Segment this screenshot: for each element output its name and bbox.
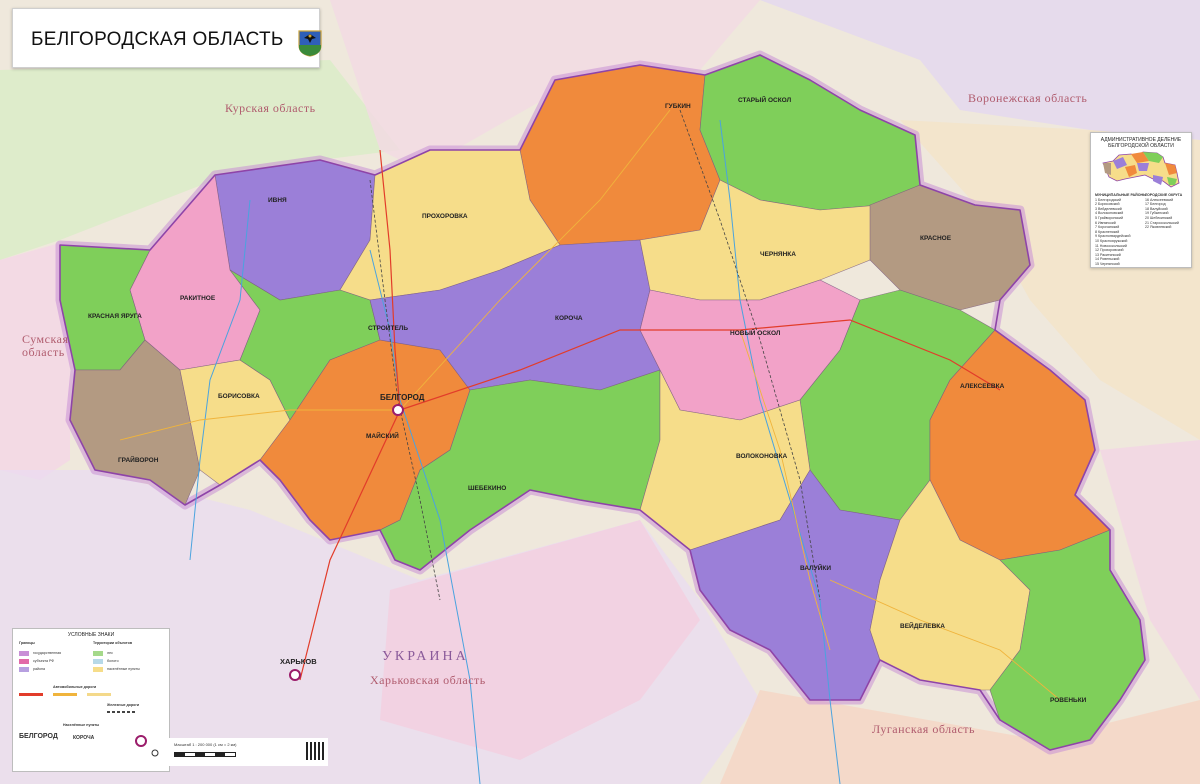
legend-territory-head: Территории объектов	[93, 641, 133, 645]
legend-item: болото	[107, 659, 119, 663]
inset-districts-col1: МУНИЦИПАЛЬНЫЕ РАЙОНЫ 1 Белгородский 2 Бо…	[1095, 193, 1147, 267]
scale-bar	[174, 752, 236, 757]
belgorod-marker	[392, 404, 404, 416]
city-maiskiy: МАЙСКИЙ	[366, 431, 399, 440]
label-voronezh-oblast: Воронежская область	[968, 91, 1087, 105]
oblast-coat-of-arms-icon	[298, 30, 322, 57]
legend-rail-head: Железные дороги	[107, 703, 140, 707]
city-gubkin: ГУБКИН	[665, 103, 691, 110]
city-krasnoe: КРАСНОЕ	[920, 235, 952, 242]
city-krasnaya-yaruga: КРАСНАЯ ЯРУГА	[88, 313, 142, 320]
city-alekseevka: АЛЕКСЕЕВКА	[960, 383, 1005, 390]
city-veydelevka: ВЕЙДЕЛЕВКА	[900, 621, 945, 630]
legend-swatch-rail	[107, 711, 137, 713]
legend-swatch-regional-road	[53, 693, 77, 696]
label-sumy-oblast: Сумская область	[22, 332, 68, 359]
label-ukraine: УКРАИНА	[382, 649, 469, 664]
inset-col2-head: ГОРОДСКИЕ ОКРУГА	[1145, 193, 1183, 197]
scale-label: Масштаб 1 : 200 000 (1 см = 2 км)	[174, 742, 237, 747]
map-title: БЕЛГОРОДСКАЯ ОБЛАСТЬ	[31, 29, 284, 50]
legend-swatch-district	[19, 667, 29, 672]
title-panel: БЕЛГОРОДСКАЯ ОБЛАСТЬ	[12, 8, 322, 68]
city-novy-oskol: НОВЫЙ ОСКОЛ	[730, 328, 781, 337]
inset-mini-map	[1102, 151, 1180, 188]
city-shebekino: ШЕБЕКИНО	[468, 485, 506, 492]
city-stary-oskol: СТАРЫЙ ОСКОЛ	[738, 95, 792, 104]
city-ivnya: ИВНЯ	[268, 197, 287, 204]
inset-item: 15 Чернянский	[1095, 261, 1120, 266]
city-kharkov: ХАРЬКОВ	[280, 657, 317, 666]
city-belgorod: БЕЛГОРОД	[380, 393, 425, 402]
legend-borders-head: Границы	[19, 641, 35, 645]
qr-code-icon[interactable]	[306, 742, 324, 760]
city-rovenki: РОВЕНЬКИ	[1050, 697, 1087, 704]
inset-districts-col2: ГОРОДСКИЕ ОКРУГА 16 Алексеевский 17 Белг…	[1145, 193, 1182, 230]
label-lugansk-oblast: Луганская область	[872, 722, 975, 736]
district-gubkinsky[interactable]	[519, 64, 721, 246]
legend-swatch-settlement	[93, 667, 103, 672]
city-volokonovka: ВОЛОКОНОВКА	[736, 453, 787, 460]
legend-settlements-head: Населённые пункты	[63, 723, 100, 727]
city-borisovka: БОРИСОВКА	[218, 393, 260, 400]
legend-roads-head: Автомобильные дороги	[53, 685, 97, 689]
scale-panel: Масштаб 1 : 200 000 (1 см = 2 км)	[168, 738, 328, 766]
city-valuyki: ВАЛУЙКИ	[800, 563, 831, 572]
inset-title: АДМИНИСТРАТИВНОЕ ДЕЛЕНИЕ БЕЛГОРОДСКОЙ ОБ…	[1100, 137, 1182, 149]
legend-item: лес	[107, 651, 113, 655]
kharkov-marker	[289, 669, 301, 681]
legend-swatch-swamp	[93, 659, 103, 664]
inset-col1-head: МУНИЦИПАЛЬНЫЕ РАЙОНЫ	[1095, 193, 1147, 197]
city-chernyanka: ЧЕРНЯНКА	[760, 251, 796, 258]
legend-swatch-forest	[93, 651, 103, 656]
legend-item: субъекта РФ	[33, 659, 55, 663]
legend-item: населённые пункты	[107, 667, 140, 671]
legend-sample-korocha: КОРОЧА	[73, 735, 95, 741]
city-rakitnoe: РАКИТНОЕ	[180, 295, 216, 302]
legend-settlement-markers	[135, 735, 159, 757]
map-legend: УСЛОВНЫЕ ЗНАКИ Границы Территории объект…	[12, 628, 170, 772]
label-kharkiv-oblast: Харьковская область	[370, 673, 486, 687]
admin-division-inset: АДМИНИСТРАТИВНОЕ ДЕЛЕНИЕ БЕЛГОРОДСКОЙ ОБ…	[1090, 132, 1192, 268]
legend-swatch-border	[19, 651, 29, 656]
legend-item: района	[33, 667, 45, 671]
legend-swatch-subject	[19, 659, 29, 664]
inset-item: 22 Яковлевский	[1145, 225, 1172, 230]
city-stroitel: СТРОИТЕЛЬ	[368, 325, 408, 332]
legend-item: государственная	[33, 651, 62, 655]
legend-title: УСЛОВНЫЕ ЗНАКИ	[67, 632, 115, 638]
legend-swatch-local-road	[87, 693, 111, 696]
legend-swatch-federal-road	[19, 693, 43, 696]
map-canvas[interactable]: Курская область Воронежская область Сумс…	[0, 0, 1200, 784]
city-grayvoron: ГРАЙВОРОН	[118, 455, 159, 464]
city-korocha: КОРОЧА	[555, 315, 583, 322]
city-prokhorovka: ПРОХОРОВКА	[422, 213, 468, 220]
legend-sample-belgorod: БЕЛГОРОД	[19, 733, 58, 740]
label-kursk-oblast: Курская область	[225, 101, 316, 115]
